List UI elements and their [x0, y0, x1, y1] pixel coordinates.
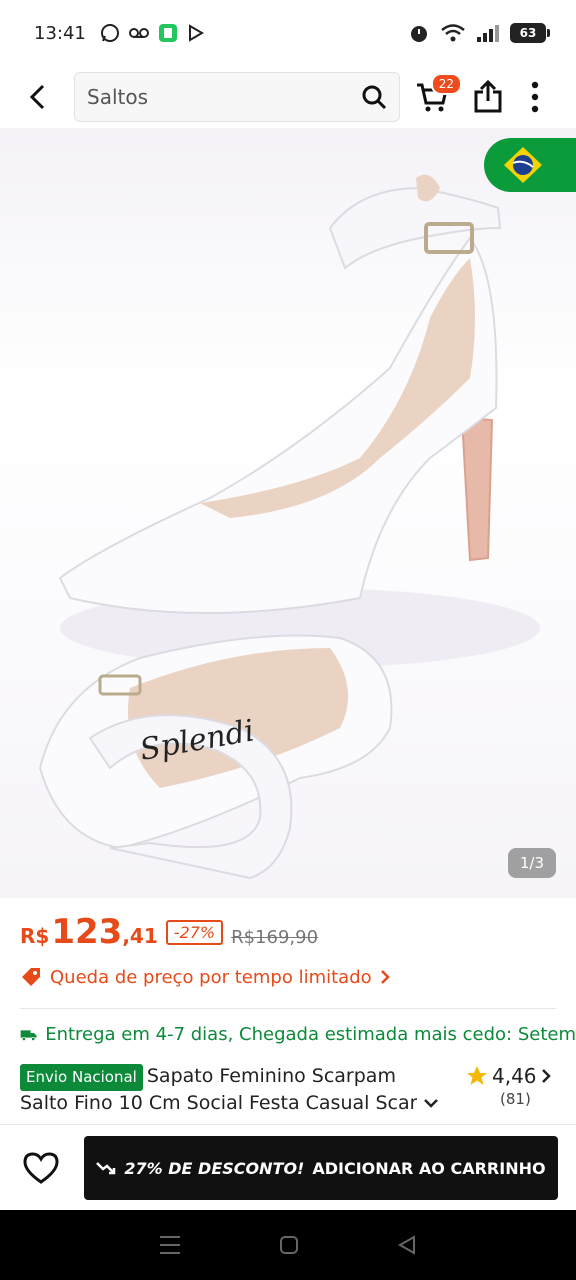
rating-top: 4,46: [466, 1064, 560, 1088]
search-text: Saltos: [87, 85, 149, 109]
favorite-button[interactable]: [18, 1145, 64, 1191]
price-row: R$ 123 ,41 -27% R$169,90: [20, 912, 318, 952]
chevron-down-icon[interactable]: [423, 1098, 439, 1110]
whatsapp-icon: [100, 24, 119, 42]
share-button[interactable]: [468, 75, 508, 119]
more-options-button[interactable]: [520, 75, 550, 119]
add-to-cart-button[interactable]: 27% DE DESCONTO! ADICIONAR AO CARRINHO: [84, 1136, 558, 1200]
product-title[interactable]: Envio Nacional Sapato Feminino Scarpam Sa…: [20, 1064, 450, 1116]
alarm-icon: [411, 26, 427, 42]
chevron-left-icon: [29, 84, 45, 110]
title-line-1: Envio Nacional Sapato Feminino Scarpam: [20, 1064, 450, 1091]
rating-count: (81): [500, 1090, 531, 1108]
signal-icon: [477, 25, 499, 42]
bottom-action-bar: 27% DE DESCONTO! ADICIONAR AO CARRINHO: [0, 1126, 576, 1210]
share-icon: [474, 80, 502, 113]
original-price: R$169,90: [231, 927, 319, 948]
rating-summary[interactable]: 4,46 (81): [466, 1064, 560, 1108]
price-integer: 123: [51, 912, 123, 952]
back-nav-icon[interactable]: [396, 1234, 418, 1256]
header: Saltos 22: [0, 66, 576, 128]
battery-level: 63: [519, 26, 537, 40]
back-button[interactable]: [18, 77, 58, 117]
play-icon: [188, 24, 204, 42]
price-drop-link[interactable]: Queda de preço por tempo limitado: [20, 966, 390, 988]
app-notification-icon: [158, 24, 177, 42]
heart-icon: [23, 1152, 59, 1184]
rating-value: 4,46: [492, 1064, 537, 1088]
delivery-text: Entrega em 4-7 dias, Chegada estimada ma…: [45, 1024, 576, 1045]
wifi-icon: [441, 24, 465, 42]
price-drop-text: Queda de preço por tempo limitado: [50, 966, 372, 988]
system-navigation-bar: [0, 1210, 576, 1280]
envio-nacional-badge: Envio Nacional: [20, 1064, 143, 1091]
home-icon[interactable]: [278, 1234, 300, 1256]
more-vertical-icon: [531, 81, 539, 113]
divider: [20, 1008, 556, 1009]
system-status-icons: 63: [408, 22, 550, 44]
trend-down-icon: [96, 1162, 116, 1175]
search-input[interactable]: Saltos: [74, 72, 400, 122]
cart-count-badge: 22: [430, 73, 462, 95]
brazil-flag-icon: [501, 143, 545, 187]
title-text-2: Salto Fino 10 Cm Social Festa Casual Sca…: [20, 1092, 418, 1114]
country-flag-badge: [484, 138, 576, 192]
status-time: 13:41: [34, 22, 86, 44]
chevron-right-icon: [541, 1069, 551, 1083]
recent-apps-icon[interactable]: [158, 1234, 182, 1256]
price-decimal: ,41: [122, 924, 158, 948]
divider: [0, 1124, 576, 1125]
title-line-2: Salto Fino 10 Cm Social Festa Casual Sca…: [20, 1091, 450, 1116]
price-currency: R$: [20, 924, 50, 948]
notification-icons: [100, 23, 206, 43]
search-icon[interactable]: [361, 84, 387, 110]
price-tag-icon: [22, 968, 40, 986]
product-image: Splendi: [38, 174, 540, 880]
title-text-1: Sapato Feminino Scarpam: [146, 1065, 396, 1087]
chevron-right-icon: [380, 970, 390, 984]
discount-badge: -27%: [165, 919, 224, 945]
cart-button[interactable]: 22: [412, 73, 462, 119]
battery-indicator: 63: [510, 23, 550, 43]
product-image-gallery[interactable]: Splendi 1/3: [0, 128, 576, 898]
star-icon: [467, 1066, 487, 1085]
delivery-info[interactable]: Entrega em 4-7 dias, Chegada estimada ma…: [20, 1024, 576, 1045]
image-page-indicator: 1/3: [507, 848, 556, 878]
voicemail-icon: [128, 28, 149, 38]
add-to-cart-label: ADICIONAR AO CARRINHO: [312, 1158, 546, 1178]
status-bar: 13:41 63: [0, 0, 576, 66]
truck-icon: [20, 1029, 37, 1041]
discount-promo-text: 27% DE DESCONTO!: [124, 1158, 305, 1178]
